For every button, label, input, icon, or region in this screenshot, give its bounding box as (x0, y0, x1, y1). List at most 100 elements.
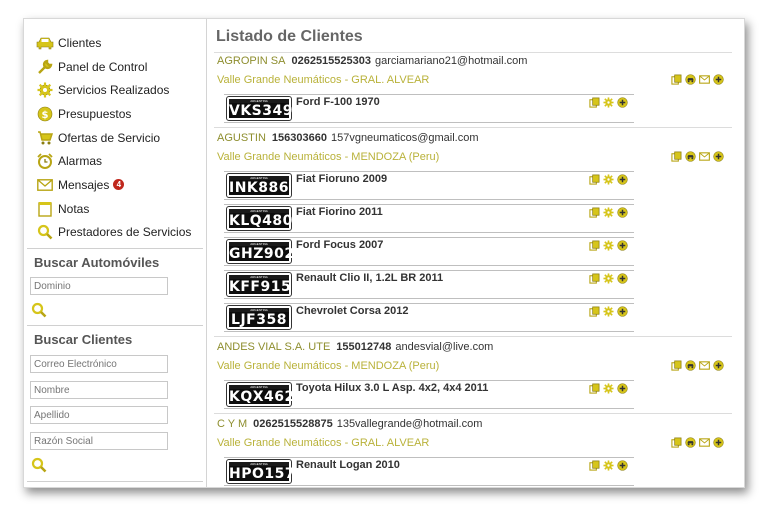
add-icon[interactable] (713, 360, 724, 371)
client-name[interactable]: AGROPIN SA (217, 55, 285, 67)
add-icon[interactable] (713, 74, 724, 85)
search-clients-title: Buscar Clientes (34, 332, 133, 347)
copy-icon[interactable] (589, 306, 600, 317)
search-cars-button[interactable] (31, 302, 47, 323)
plate-number[interactable]: INK886 (229, 180, 289, 196)
plate-number[interactable]: LJF358 (229, 312, 289, 328)
mail-icon[interactable] (699, 151, 710, 162)
service-icon[interactable] (603, 460, 614, 471)
mail-icon[interactable] (699, 74, 710, 85)
car-row[interactable]: ARGENTINA INK886 Fiat Fioruno 2009 (224, 171, 634, 201)
plate-number[interactable]: HPO157 (229, 466, 295, 482)
mail-icon[interactable] (699, 360, 710, 371)
car-model[interactable]: Ford Focus 2007 (296, 239, 383, 251)
add-icon[interactable] (617, 240, 628, 251)
car-row[interactable]: ARGENTINA VKS349 Ford F-100 1970 (224, 94, 634, 124)
car-model[interactable]: Ford F-100 1970 (296, 96, 380, 108)
car-row[interactable]: ARGENTINA KFF915 Renault Clio II, 1.2L BR … (224, 270, 634, 300)
car-row[interactable]: ARGENTINA GHZ902 Ford Focus 2007 (224, 237, 634, 267)
add-icon[interactable] (617, 174, 628, 185)
car-model[interactable]: Fiat Fiorino 2011 (296, 206, 383, 218)
unread-badge: 4 (113, 179, 125, 191)
service-icon[interactable] (603, 97, 614, 108)
copy-icon[interactable] (589, 174, 600, 185)
domain-search-input[interactable] (30, 277, 168, 295)
license-plate: ARGENTINA HPO157 (226, 459, 295, 484)
copy-icon[interactable] (589, 97, 600, 108)
sidebar-item-servicios-realizados[interactable]: Servicios Realizados (36, 78, 191, 102)
sidebar-item-label: Clientes (58, 35, 102, 50)
service-icon[interactable] (603, 306, 614, 317)
sidebar-item-presupuestos[interactable]: $ Presupuestos (36, 102, 191, 126)
add-car-icon[interactable] (685, 360, 696, 371)
copy-icon[interactable] (671, 360, 682, 371)
add-icon[interactable] (617, 460, 628, 471)
row-border (224, 237, 634, 238)
search-clients-button[interactable] (31, 457, 47, 478)
add-icon[interactable] (617, 306, 628, 317)
copy-icon[interactable] (671, 437, 682, 448)
copy-icon[interactable] (589, 240, 600, 251)
surname-search-input[interactable] (30, 406, 168, 424)
car-model[interactable]: Chevrolet Corsa 2012 (296, 305, 409, 317)
add-icon[interactable] (617, 383, 628, 394)
sidebar-item-ofertas-de-servicio[interactable]: Ofertas de Servicio (36, 126, 191, 150)
copy-icon[interactable] (589, 383, 600, 394)
add-car-icon[interactable] (685, 74, 696, 85)
sidebar-item-notas[interactable]: Notas (36, 197, 191, 221)
service-icon[interactable] (603, 273, 614, 284)
service-icon[interactable] (603, 383, 614, 394)
sidebar-item-label: Servicios Realizados (58, 83, 170, 98)
car-row[interactable]: ARGENTINA LJF358 Chevrolet Corsa 2012 (224, 303, 634, 333)
mail-icon[interactable] (699, 437, 710, 448)
add-icon[interactable] (713, 437, 724, 448)
plate-number[interactable]: KLQ480 (229, 213, 292, 229)
name-search-input[interactable] (30, 381, 168, 399)
car-model[interactable]: Renault Logan 2010 (296, 459, 400, 471)
car-row[interactable]: ARGENTINA KQX462 Toyota Hilux 3.0 L Asp. 4… (224, 380, 634, 410)
car-row[interactable]: ARGENTINA KLQ480 Fiat Fiorino 2011 (224, 204, 634, 234)
copy-icon[interactable] (589, 460, 600, 471)
copy-icon[interactable] (671, 151, 682, 162)
plate-number[interactable]: KFF915 (229, 279, 291, 295)
add-icon[interactable] (617, 97, 628, 108)
row-border (224, 380, 634, 381)
client-name[interactable]: C Y M (217, 418, 247, 430)
service-icon[interactable] (603, 240, 614, 251)
client-name[interactable]: AGUSTIN (217, 132, 266, 144)
sidebar-nav: Clientes Panel de Control Servicios Real… (36, 31, 191, 244)
add-car-icon[interactable] (685, 437, 696, 448)
copy-icon[interactable] (589, 207, 600, 218)
plate-number[interactable]: VKS349 (229, 103, 293, 119)
service-icon[interactable] (603, 174, 614, 185)
sidebar-item-clientes[interactable]: Clientes (36, 31, 191, 55)
plate-number[interactable]: KQX462 (229, 389, 294, 405)
add-icon[interactable] (713, 151, 724, 162)
car-actions (589, 240, 628, 251)
sidebar-item-alarmas[interactable]: Alarmas (36, 149, 191, 173)
car-row[interactable]: ARGENTINA HPO157 Renault Logan 2010 (224, 457, 634, 487)
service-icon[interactable] (603, 207, 614, 218)
copy-icon[interactable] (671, 74, 682, 85)
copy-icon[interactable] (589, 273, 600, 284)
client-email: andesvial@live.com (395, 341, 494, 353)
car-model[interactable]: Fiat Fioruno 2009 (296, 173, 387, 185)
license-plate: ARGENTINA GHZ902 (226, 239, 294, 264)
email-search-input[interactable] (30, 355, 168, 373)
add-icon[interactable] (617, 207, 628, 218)
client-branch: Valle Grande Neumáticos - GRAL. ALVEAR (217, 74, 430, 86)
sidebar-separator (206, 19, 207, 487)
sidebar-item-panel-de-control[interactable]: Panel de Control (36, 55, 191, 79)
car-model[interactable]: Renault Clio II, 1.2L BR 2011 (296, 272, 443, 284)
plate-number[interactable]: GHZ902 (229, 246, 294, 262)
sidebar: Clientes Panel de Control Servicios Real… (24, 19, 206, 487)
add-icon[interactable] (617, 273, 628, 284)
add-car-icon[interactable] (685, 151, 696, 162)
sidebar-item-prestadores[interactable]: Prestadores de Servicios (36, 221, 191, 245)
sidebar-item-mensajes[interactable]: Mensajes 4 (36, 173, 191, 197)
row-border (224, 485, 634, 486)
company-search-input[interactable] (30, 432, 168, 450)
client-name[interactable]: ANDES VIAL S.A. UTE (217, 341, 330, 353)
client-separator (214, 413, 732, 414)
car-model[interactable]: Toyota Hilux 3.0 L Asp. 4x2, 4x4 2011 (296, 382, 488, 394)
